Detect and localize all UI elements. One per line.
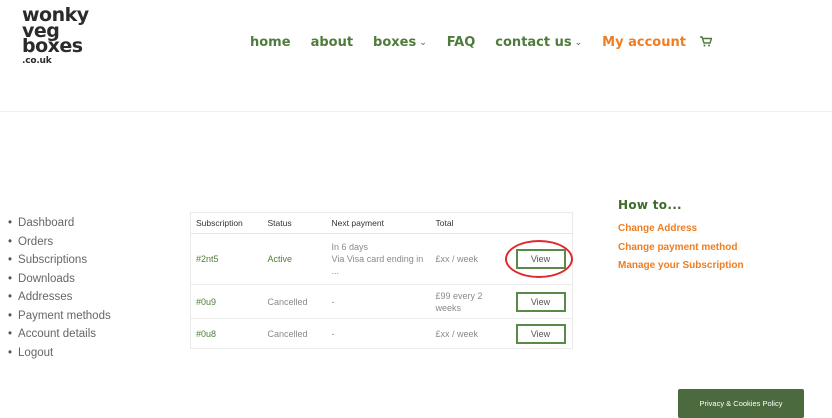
- nav-my-account-label: My account: [602, 35, 686, 50]
- next-payment-date: In 6 days: [331, 242, 369, 252]
- menu-label: Logout: [18, 346, 54, 359]
- subscriptions-table: Subscription Status Next payment Total #…: [190, 212, 573, 349]
- howto-title: How to...: [618, 198, 682, 212]
- menu-item-addresses[interactable]: • Addresses: [8, 288, 111, 307]
- nav-contact-label: contact us: [495, 35, 572, 50]
- bullet-icon: •: [8, 291, 13, 303]
- bullet-icon: •: [8, 309, 13, 322]
- table-header-row: Subscription Status Next payment Total: [190, 212, 573, 234]
- bullet-icon: •: [8, 346, 13, 359]
- menu-label: Account details: [18, 328, 97, 340]
- menu-label: Orders: [18, 235, 54, 248]
- payment-method-note: Via Visa card ending in ...: [331, 254, 424, 276]
- view-button[interactable]: View: [515, 323, 566, 344]
- next-payment-cell: -: [326, 284, 431, 319]
- privacy-cookies-button[interactable]: Privacy & Cookies Policy: [678, 389, 804, 418]
- bullet-icon: •: [8, 254, 13, 266]
- nav-boxes[interactable]: boxes ⌄: [373, 35, 427, 50]
- menu-item-orders[interactable]: • Orders: [8, 233, 111, 252]
- howto-panel: How to... Change Address Change payment …: [618, 198, 744, 276]
- menu-item-subscriptions[interactable]: • Subscriptions: [8, 251, 111, 270]
- site-logo[interactable]: wonky veg boxes .co.uk: [22, 6, 89, 66]
- nav-about-label: about: [310, 35, 354, 50]
- change-address-link[interactable]: Change Address: [618, 220, 744, 239]
- table-row: #0u8 Cancelled - £xx / week View: [190, 318, 573, 349]
- menu-label: Payment methods: [18, 309, 111, 322]
- menu-item-downloads[interactable]: • Downloads: [8, 270, 111, 289]
- view-button[interactable]: View: [515, 249, 566, 269]
- chevron-down-icon: ⌄: [574, 37, 583, 48]
- nav-boxes-label: boxes: [373, 35, 417, 50]
- chevron-down-icon: ⌄: [419, 37, 427, 48]
- action-cell: View: [510, 318, 573, 349]
- shopping-cart-icon[interactable]: [699, 35, 713, 50]
- site-header: wonky veg boxes .co.uk home about boxes ⌄…: [0, 0, 832, 112]
- total-cell: £99 every 2 weeks: [430, 284, 511, 319]
- total-cell: £xx / week: [430, 233, 511, 285]
- bullet-icon: •: [8, 328, 13, 340]
- status-cell: Active: [262, 233, 327, 285]
- column-header: Total: [430, 212, 511, 234]
- nav-my-account[interactable]: My account: [602, 35, 686, 50]
- bullet-icon: •: [8, 217, 13, 229]
- column-header: Subscription: [190, 212, 263, 234]
- nav-home-label: home: [250, 35, 291, 50]
- total-cell: £xx / week: [430, 318, 511, 349]
- menu-item-account-details[interactable]: • Account details: [8, 325, 111, 344]
- status-cell: Cancelled: [262, 318, 327, 349]
- next-payment-cell: In 6 days Via Visa card ending in ...: [326, 233, 431, 285]
- action-cell: View: [510, 233, 573, 285]
- menu-item-payment-methods[interactable]: • Payment methods: [8, 307, 111, 326]
- column-header: Next payment: [326, 212, 431, 234]
- nav-contact-us[interactable]: contact us ⌄: [495, 35, 582, 50]
- menu-item-logout[interactable]: • Logout: [8, 344, 111, 363]
- menu-label: Dashboard: [18, 217, 75, 229]
- column-header: [510, 212, 573, 234]
- subscription-id-link[interactable]: #2nt5: [190, 233, 263, 285]
- action-cell: View: [510, 284, 573, 319]
- nav-faq-label: FAQ: [446, 35, 476, 50]
- menu-label: Subscriptions: [18, 254, 88, 266]
- menu-label: Addresses: [18, 291, 73, 303]
- subscription-id-link[interactable]: #0u9: [190, 284, 263, 319]
- account-navigation: • Dashboard • Orders • Subscriptions • Downl…: [8, 214, 111, 362]
- nav-about[interactable]: about: [311, 35, 353, 50]
- nav-home[interactable]: home: [250, 35, 291, 50]
- nav-faq[interactable]: FAQ: [447, 35, 476, 50]
- subscription-id-link[interactable]: #0u8: [190, 318, 263, 349]
- table-row: #0u9 Cancelled - £99 every 2 weeks View: [190, 284, 573, 319]
- menu-item-dashboard[interactable]: • Dashboard: [8, 214, 111, 233]
- manage-subscription-link[interactable]: Manage your Subscription: [618, 257, 744, 276]
- view-button[interactable]: View: [515, 291, 566, 312]
- column-header: Status: [262, 212, 327, 234]
- next-payment-cell: -: [326, 318, 431, 349]
- menu-label: Downloads: [18, 272, 75, 285]
- bullet-icon: •: [8, 235, 13, 248]
- logo-text-domain: .co.uk: [22, 55, 52, 66]
- bullet-icon: •: [8, 272, 13, 285]
- change-payment-method-link[interactable]: Change payment method: [618, 239, 744, 258]
- logo-text-boxes: boxes: [22, 35, 83, 58]
- main-nav: home about boxes ⌄ FAQ contact us ⌄ My acc…: [250, 35, 713, 50]
- status-cell: Cancelled: [262, 284, 327, 319]
- table-row: #2nt5 Active In 6 days Via Visa card end…: [190, 233, 573, 285]
